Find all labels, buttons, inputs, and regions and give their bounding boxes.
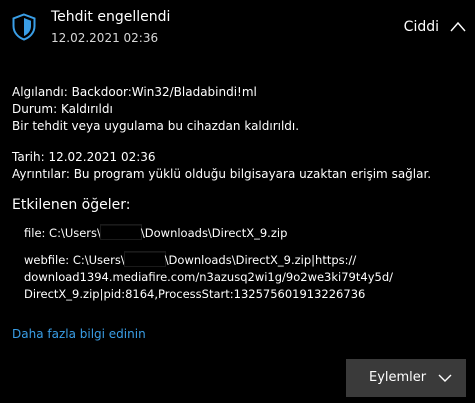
detected-value: Backdoor:Win32/Bladabindi!ml	[71, 85, 257, 99]
status-label: Durum:	[12, 102, 58, 116]
date-label: Tarih:	[12, 150, 45, 164]
detected-row: Algılandı: Backdoor:Win32/Bladabindi!ml	[12, 84, 467, 101]
status-row: Durum: Kaldırıldı	[12, 101, 467, 118]
affected-items-heading: Etkilenen öğeler:	[12, 197, 131, 213]
file-path-prefix: file: C:\Users\	[24, 226, 101, 240]
notification-title: Tehdit engellendi	[51, 9, 171, 25]
chevron-up-icon[interactable]	[450, 21, 466, 33]
severity-label: Ciddi	[403, 19, 439, 35]
actions-button[interactable]: Eylemler	[346, 359, 466, 397]
date-value: 12.02.2021 02:36	[48, 150, 156, 164]
detected-label: Algılandı:	[12, 85, 68, 99]
affected-file-entry: file: C:\Users\ \Downloads\DirectX_9.zip	[12, 224, 467, 242]
redacted-username	[123, 251, 166, 267]
file-path-suffix: \Downloads\DirectX_9.zip	[140, 226, 288, 240]
redacted-username	[99, 224, 142, 240]
shield-icon	[12, 13, 36, 41]
webfile-process-line: DirectX_9.zip|pid:8164,ProcessStart:1325…	[24, 287, 366, 301]
info-value: Bu program yüklü olduğu bilgisayara uzak…	[73, 167, 432, 181]
notification-timestamp: 12.02.2021 02:36	[51, 31, 159, 45]
date-row: Tarih: 12.02.2021 02:36	[12, 149, 467, 166]
chevron-down-icon	[438, 374, 452, 382]
actions-button-label: Eylemler	[369, 370, 427, 385]
status-description: Bir tehdit veya uygulama bu cihazdan kal…	[12, 119, 300, 133]
threat-details: Algılandı: Backdoor:Win32/Bladabindi!ml …	[12, 84, 467, 303]
affected-webfile-entry: webfile: C:\Users\ \Downloads\DirectX_9.z…	[12, 251, 467, 303]
webfile-url-line: download1394.mediafire.com/n3azusq2wi1g/…	[24, 270, 393, 284]
webfile-path-prefix: webfile: C:\Users\	[24, 253, 125, 267]
webfile-path-suffix: \Downloads\DirectX_9.zip|https://	[164, 253, 357, 267]
info-row: Ayrıntılar: Bu program yüklü olduğu bilg…	[12, 166, 467, 183]
notification-header: Tehdit engellendi 12.02.2021 02:36 Ciddi	[0, 0, 475, 56]
learn-more-link[interactable]: Daha fazla bilgi edinin	[12, 327, 146, 341]
status-value: Kaldırıldı	[60, 102, 113, 116]
info-label: Ayrıntılar:	[12, 167, 70, 181]
